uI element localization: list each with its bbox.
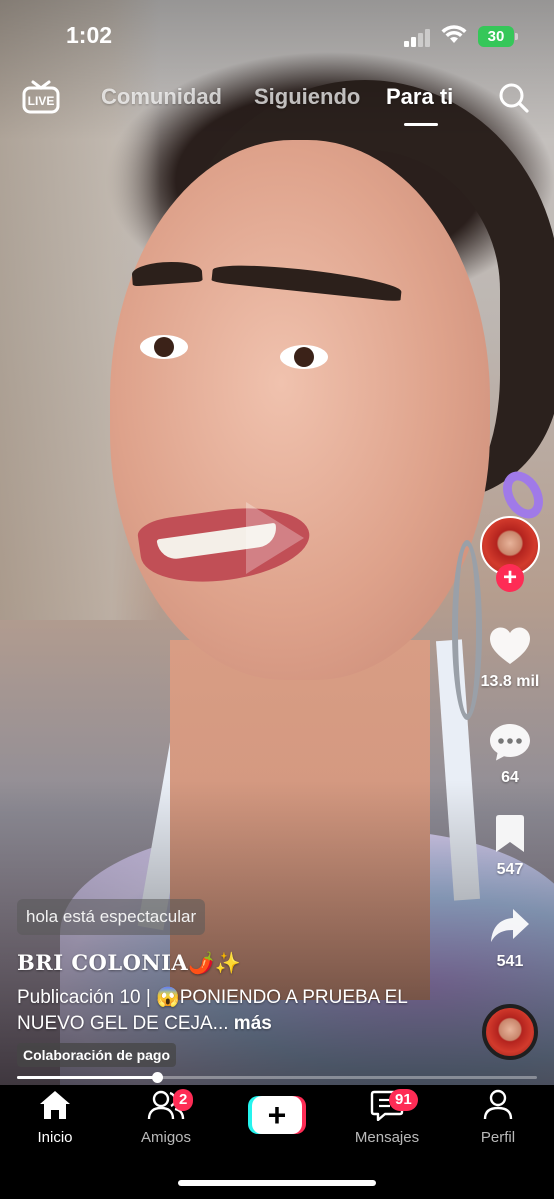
play-icon[interactable] — [246, 502, 304, 574]
nav-inicio[interactable]: Inicio — [5, 1089, 105, 1146]
follow-plus-button[interactable]: + — [496, 564, 524, 592]
share-arrow-icon — [491, 909, 529, 942]
nav-label: Amigos — [140, 1129, 192, 1146]
video-progress-fill — [17, 1076, 158, 1079]
tab-para-ti[interactable]: Para ti — [386, 84, 453, 110]
nav-label: Perfil — [480, 1129, 516, 1146]
video-eye — [280, 345, 328, 369]
messages-badge: 91 — [389, 1089, 418, 1111]
comment-count: 64 — [501, 769, 519, 786]
nav-mensajes[interactable]: Mensajes 91 — [337, 1089, 437, 1146]
nav-label: Inicio — [37, 1129, 73, 1146]
comment-preview-chip[interactable]: hola está espectacular — [17, 899, 206, 935]
nav-amigos[interactable]: Amigos 2 — [116, 1089, 216, 1146]
music-disc-avatar[interactable] — [482, 1004, 538, 1060]
tab-comunidad[interactable]: Comunidad — [101, 84, 222, 110]
bookmark-button[interactable]: 547 — [474, 814, 546, 879]
caption-more-link[interactable]: más — [234, 1013, 272, 1034]
comment-button[interactable]: 64 — [474, 722, 546, 787]
heart-icon — [490, 627, 530, 664]
wifi-icon — [441, 25, 467, 43]
search-icon[interactable] — [498, 82, 530, 114]
svg-text:LIVE: LIVE — [28, 94, 55, 108]
paid-partnership-badge: Colaboración de pago — [17, 1043, 177, 1067]
active-tab-indicator — [404, 123, 438, 126]
bookmark-count: 547 — [496, 861, 524, 878]
like-count: 13.8 mil — [480, 673, 540, 690]
video-progress-bar[interactable] — [17, 1072, 537, 1083]
tab-siguiendo[interactable]: Siguiendo — [254, 84, 360, 110]
bookmark-icon — [496, 815, 524, 852]
comment-icon — [490, 724, 530, 761]
video-eye — [140, 335, 188, 359]
creator-username[interactable]: BRI COLONIA🌶️✨ — [17, 950, 242, 976]
home-icon — [40, 1091, 70, 1119]
caption-text: Publicación 10 | 😱PONIENDO A PRUEBA EL N… — [17, 987, 408, 1034]
profile-icon — [483, 1089, 513, 1120]
live-tv-icon[interactable]: LIVE — [22, 80, 60, 116]
like-button[interactable]: 13.8 mil — [474, 626, 546, 691]
status-bar: 1:02 30 — [0, 0, 554, 70]
friends-badge: 2 — [173, 1089, 194, 1111]
share-count: 541 — [496, 953, 524, 970]
cellular-signal-icon — [404, 29, 432, 47]
nav-label: Mensajes — [354, 1129, 420, 1146]
status-time: 1:02 — [66, 22, 113, 48]
nav-perfil[interactable]: Perfil — [448, 1089, 548, 1146]
create-button[interactable]: + — [248, 1096, 306, 1134]
username-emoji: 🌶️✨ — [188, 950, 242, 975]
username-text: BRI COLONIA — [17, 950, 189, 975]
home-indicator — [178, 1180, 376, 1186]
battery-icon: 30 — [478, 26, 518, 47]
video-subject-face — [110, 140, 490, 680]
share-button[interactable]: 541 — [474, 906, 546, 971]
video-caption[interactable]: Publicación 10 | 😱PONIENDO A PRUEBA EL N… — [17, 985, 427, 1037]
create-plus-icon: + — [252, 1096, 302, 1134]
